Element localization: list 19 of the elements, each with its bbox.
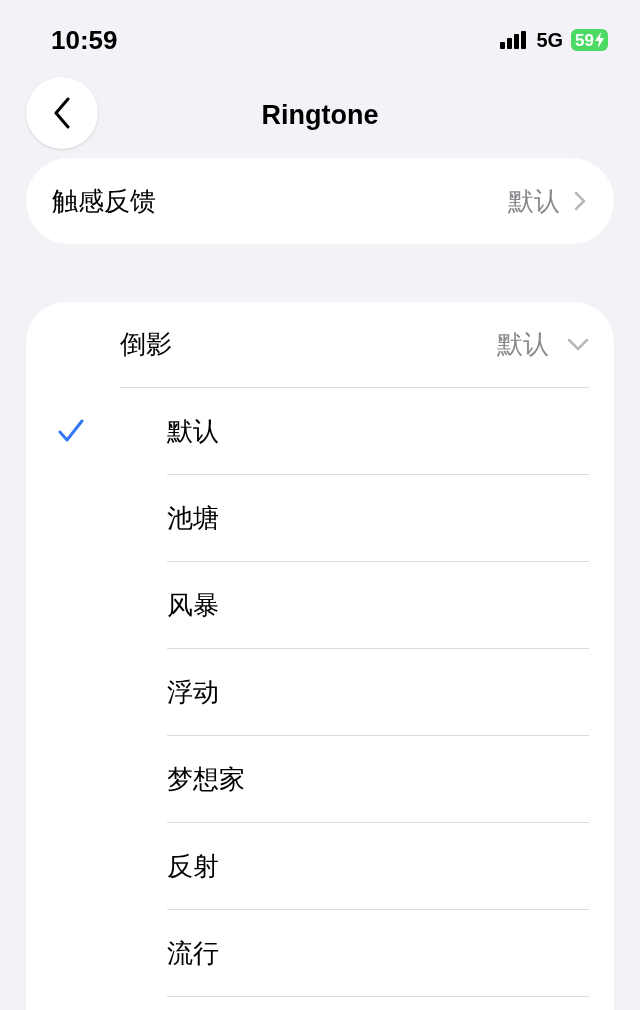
battery-indicator: 59 (571, 29, 608, 51)
ringtone-option[interactable]: 池塘 (26, 475, 614, 562)
ringtone-option[interactable]: 默认 (26, 388, 614, 475)
section-dropdown[interactable]: 默认 (497, 325, 589, 364)
chevron-right-icon (574, 191, 586, 211)
page-title: Ringtone (261, 98, 379, 132)
network-label: 5G (536, 28, 564, 53)
haptics-row[interactable]: 触感反馈 默认 (26, 158, 614, 244)
haptics-value: 默认 (508, 184, 560, 218)
haptics-label: 触感反馈 (52, 184, 156, 218)
status-time: 10:59 (51, 23, 118, 57)
section-title: 倒影 (120, 328, 172, 361)
ringtone-option[interactable]: 风暴 (26, 562, 614, 649)
ringtone-option[interactable]: 流行 (26, 910, 614, 997)
signal-icon (500, 31, 529, 49)
ringtone-option[interactable]: 梦想家 (26, 736, 614, 823)
ringtone-option[interactable]: 浮动 (26, 649, 614, 736)
back-icon (53, 97, 71, 129)
ringtone-option[interactable]: 反射 (26, 823, 614, 910)
